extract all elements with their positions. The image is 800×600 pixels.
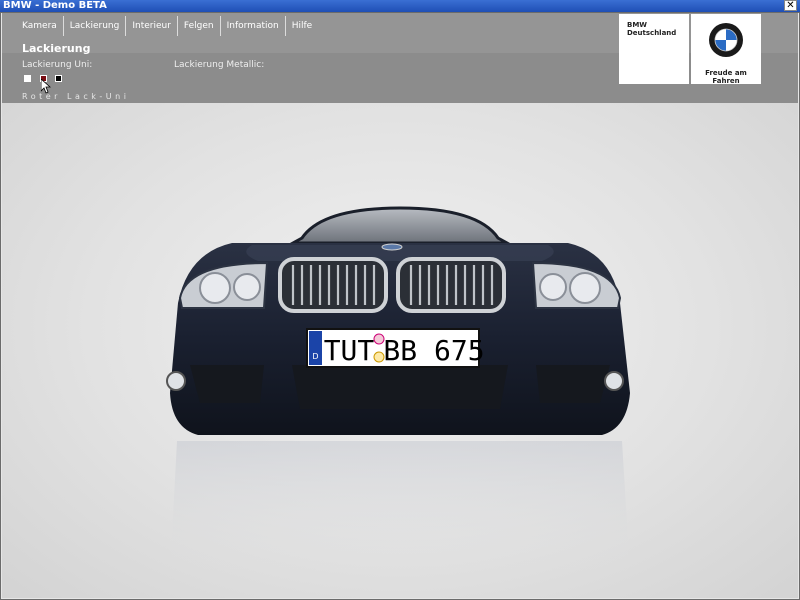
grille-left	[278, 257, 388, 313]
fog-light-left	[166, 371, 186, 391]
swatch-white[interactable]	[24, 75, 31, 82]
nav-item-lackierung[interactable]: Lackierung	[62, 16, 126, 36]
car-reflection	[170, 441, 630, 573]
brand-slogan: Freude am Fahren	[705, 69, 747, 85]
lower-intake	[292, 365, 508, 409]
selected-paint-name: Roter Lack-Uni	[22, 92, 130, 101]
company-line1: BMW	[627, 21, 648, 29]
metallic-paint-label: Lackierung Metallic:	[174, 60, 265, 70]
plate-country: D	[312, 352, 318, 361]
window-title: BMW - Demo BETA	[3, 0, 107, 11]
company-line2: Deutschland	[627, 29, 677, 37]
grille-right	[396, 257, 506, 313]
main-nav: Kamera Lackierung Interieur Felgen Infor…	[16, 16, 318, 36]
swatch-black[interactable]	[55, 75, 62, 82]
nav-item-felgen[interactable]: Felgen	[176, 16, 220, 36]
bmw-roundel-icon	[709, 23, 743, 57]
plate-left: TUT	[324, 334, 375, 367]
car-render: D TUT BB 675	[166, 206, 630, 573]
bmw-logo-box[interactable]: Freude am Fahren	[691, 14, 761, 85]
uni-paint-label: Lackierung Uni:	[22, 60, 93, 70]
nav-item-information[interactable]: Information	[219, 16, 285, 36]
section-title: Lackierung	[22, 42, 91, 55]
windshield	[287, 206, 513, 245]
close-icon[interactable]: ✕	[784, 0, 797, 11]
fog-light-right	[604, 371, 624, 391]
nav-item-hilfe[interactable]: Hilfe	[284, 16, 318, 36]
window-titlebar: BMW - Demo BETA ✕	[0, 0, 800, 12]
company-name: BMW Deutschland	[627, 21, 676, 37]
car-viewport[interactable]: D TUT BB 675	[2, 103, 798, 598]
company-box: BMW Deutschland	[619, 14, 689, 84]
nav-item-interieur[interactable]: Interieur	[125, 16, 177, 36]
nav-item-kamera[interactable]: Kamera	[16, 16, 63, 36]
plate-right: BB 675	[383, 334, 484, 367]
